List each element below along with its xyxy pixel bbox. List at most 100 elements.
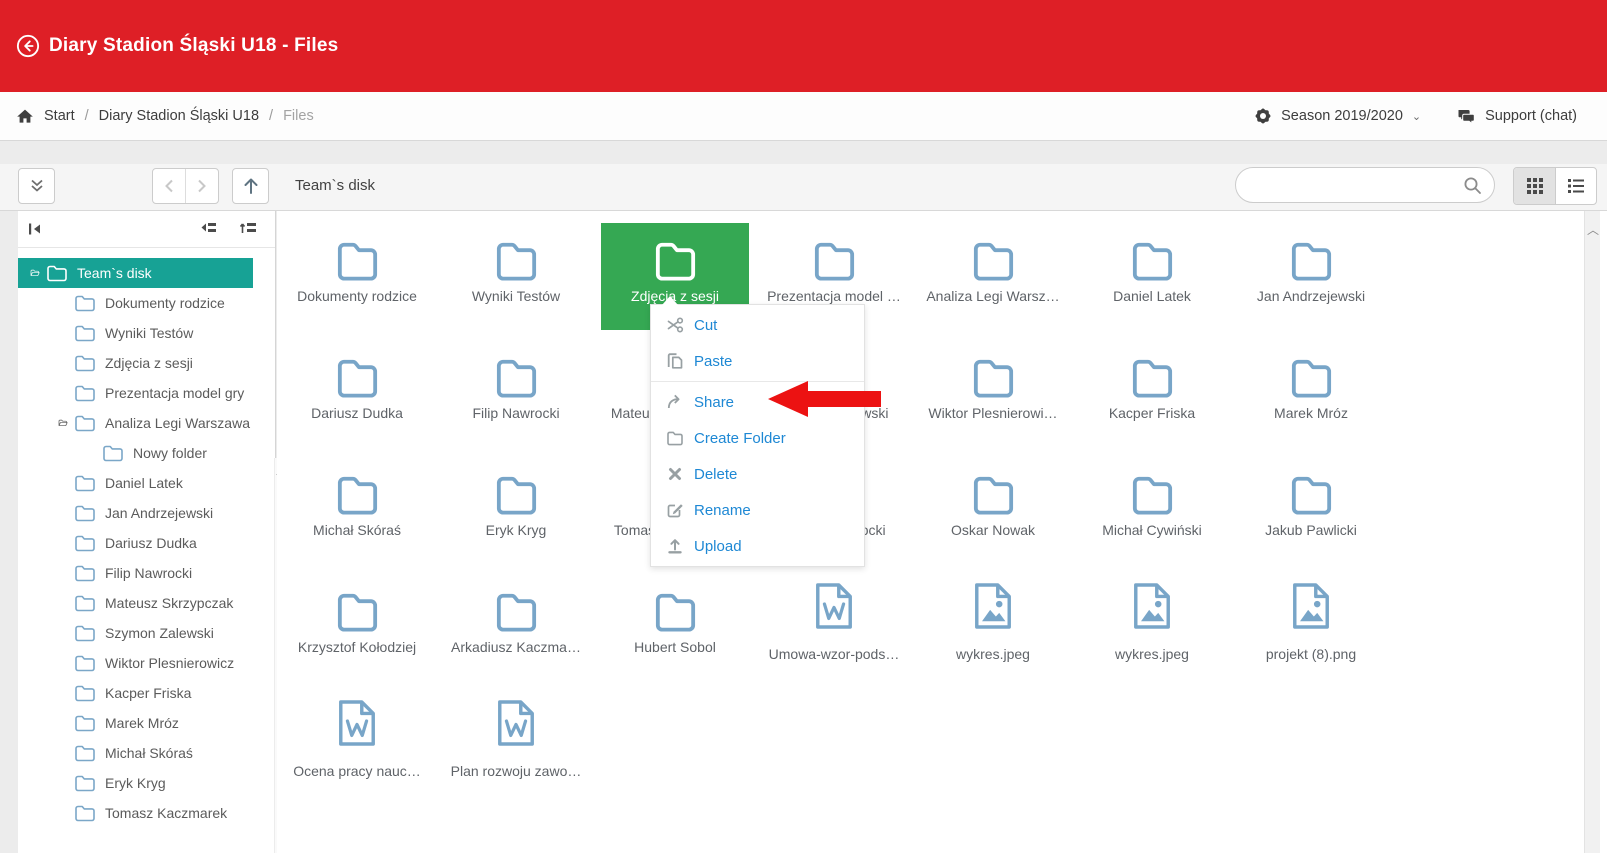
grid-view-button[interactable] xyxy=(1514,168,1555,204)
file-label: Wiktor Plesnierowi… xyxy=(928,404,1057,422)
breadcrumb-item-start[interactable]: Start xyxy=(44,108,75,124)
menu-item-label: Delete xyxy=(694,466,737,483)
current-location-label: Team`s disk xyxy=(295,177,375,194)
folder-icon xyxy=(74,324,96,342)
tree-item[interactable]: Analiza Legi Warszawa xyxy=(18,408,275,438)
file-tile[interactable]: Michał Cywiński xyxy=(1078,457,1226,564)
file-tile[interactable]: Plan rozwoju zawo… xyxy=(442,691,590,798)
tree-item[interactable]: Dokumenty rodzice xyxy=(18,288,275,318)
folder-icon xyxy=(74,684,96,702)
menu-item-label: Upload xyxy=(694,538,742,555)
file-icon xyxy=(652,229,699,281)
menu-item-delete[interactable]: Delete xyxy=(651,456,864,492)
tree-item[interactable]: Dariusz Dudka xyxy=(18,528,275,558)
file-icon xyxy=(811,229,858,281)
search-icon[interactable] xyxy=(1463,176,1482,195)
file-tile[interactable]: Wiktor Plesnierowi… xyxy=(919,340,1067,447)
file-icon xyxy=(334,580,381,632)
app-window: Diary Stadion Śląski U18 - Files Start /… xyxy=(0,0,1607,853)
tree-item[interactable]: Filip Nawrocki xyxy=(18,558,275,588)
file-tile[interactable]: Jan Andrzejewski xyxy=(1237,223,1385,330)
file-tile[interactable]: Kacper Friska xyxy=(1078,340,1226,447)
collapse-all-icon[interactable] xyxy=(200,220,218,236)
file-tile[interactable]: Marek Mróz xyxy=(1237,340,1385,447)
file-tile[interactable]: Oskar Nowak xyxy=(919,457,1067,564)
folder-icon xyxy=(74,654,96,672)
file-label: Analiza Legi Warsz… xyxy=(926,287,1059,305)
file-tile[interactable]: wykres.jpeg xyxy=(919,574,1067,681)
folder-icon xyxy=(74,294,96,312)
menu-item-upload[interactable]: Upload xyxy=(651,528,864,564)
tree-item[interactable]: Mateusz Skrzypczak xyxy=(18,588,275,618)
file-tile[interactable]: Dokumenty rodzice xyxy=(283,223,431,330)
tree-item[interactable]: Wyniki Testów xyxy=(18,318,275,348)
expand-all-icon[interactable] xyxy=(240,220,258,236)
tree-item[interactable]: Kacper Friska xyxy=(18,678,275,708)
home-icon[interactable] xyxy=(16,108,34,124)
tree-item[interactable]: Michał Skóraś xyxy=(18,738,275,768)
caret-down-icon[interactable] xyxy=(52,419,74,427)
tree-item-label: Kacper Friska xyxy=(105,685,191,701)
tree-item[interactable]: Wiktor Plesnierowicz xyxy=(18,648,275,678)
tree-item[interactable]: Tomasz Kaczmarek xyxy=(18,798,275,828)
file-icon xyxy=(1288,346,1335,398)
menu-item-paste[interactable]: Paste xyxy=(651,343,864,379)
file-icon xyxy=(813,580,855,632)
list-view-button[interactable] xyxy=(1555,168,1596,204)
menu-item-cut[interactable]: Cut xyxy=(651,307,864,343)
search-input[interactable] xyxy=(1252,176,1463,194)
files-scrollbar[interactable]: ︿ xyxy=(1584,211,1600,853)
up-level-button[interactable] xyxy=(232,168,269,204)
menu-item-rename[interactable]: Rename xyxy=(651,492,864,528)
collapse-sidebar-icon[interactable] xyxy=(26,220,44,238)
season-selector[interactable]: Season 2019/2020 ⌄ xyxy=(1254,107,1421,125)
tree-item-label: Marek Mróz xyxy=(105,715,179,731)
folder-tree: Team`s disk Dokumenty rodzice xyxy=(18,248,275,828)
file-tile[interactable]: Daniel Latek xyxy=(1078,223,1226,330)
tree-item[interactable]: Marek Mróz xyxy=(18,708,275,738)
file-tile[interactable]: Hubert Sobol xyxy=(601,574,749,681)
file-tile[interactable]: Jakub Pawlicki xyxy=(1237,457,1385,564)
file-label: Dokumenty rodzice xyxy=(297,287,417,305)
file-tile[interactable]: Analiza Legi Warsz… xyxy=(919,223,1067,330)
file-tile[interactable]: Michał Skóraś xyxy=(283,457,431,564)
tree-item[interactable]: Team`s disk xyxy=(18,258,253,288)
support-label: Support (chat) xyxy=(1485,108,1577,124)
back-icon[interactable] xyxy=(16,34,40,58)
file-tile[interactable]: Ocena pracy nauc… xyxy=(283,691,431,798)
tree-item[interactable]: Zdjęcia z sesji xyxy=(18,348,275,378)
tree-item[interactable]: Szymon Zalewski xyxy=(18,618,275,648)
file-icon xyxy=(336,697,378,749)
file-tile[interactable]: wykres.jpeg xyxy=(1078,574,1226,681)
tree-item-label: Szymon Zalewski xyxy=(105,625,214,641)
file-icon xyxy=(1129,229,1176,281)
file-tile[interactable]: Filip Nawrocki xyxy=(442,340,590,447)
tree-item[interactable]: Eryk Kryg xyxy=(18,768,275,798)
scroll-up-icon[interactable]: ︿ xyxy=(1587,221,1599,238)
file-tile[interactable]: Arkadiusz Kaczma… xyxy=(442,574,590,681)
chevron-down-icon: ⌄ xyxy=(1412,110,1421,123)
file-tile[interactable]: projekt (8).png xyxy=(1237,574,1385,681)
folder-icon xyxy=(74,504,96,522)
menu-item-icon xyxy=(666,429,684,447)
file-label: Ocena pracy nauc… xyxy=(293,762,421,780)
tree-item[interactable]: Jan Andrzejewski xyxy=(18,498,275,528)
tree-item[interactable]: Daniel Latek xyxy=(18,468,275,498)
file-tile[interactable]: Eryk Kryg xyxy=(442,457,590,564)
menu-item-create-folder[interactable]: Create Folder xyxy=(651,420,864,456)
tree-item-label: Jan Andrzejewski xyxy=(105,505,213,521)
expand-panel-button[interactable] xyxy=(18,168,55,204)
file-tile[interactable]: Umowa-wzor-pods… xyxy=(760,574,908,681)
tree-item[interactable]: Nowy folder xyxy=(18,438,275,468)
breadcrumb-item-diary[interactable]: Diary Stadion Śląski U18 xyxy=(99,108,259,124)
page-title: Diary Stadion Śląski U18 - Files xyxy=(49,35,338,57)
season-label: Season 2019/2020 xyxy=(1281,108,1403,124)
file-tile[interactable]: Krzysztof Kołodziej xyxy=(283,574,431,681)
tree-item[interactable]: Prezentacja model gry xyxy=(18,378,275,408)
support-chat-link[interactable]: Support (chat) xyxy=(1457,108,1577,125)
back-button[interactable] xyxy=(153,169,185,203)
file-tile[interactable]: Dariusz Dudka xyxy=(283,340,431,447)
file-tile[interactable]: Wyniki Testów xyxy=(442,223,590,330)
caret-down-icon[interactable] xyxy=(24,269,46,277)
forward-button[interactable] xyxy=(185,169,218,203)
